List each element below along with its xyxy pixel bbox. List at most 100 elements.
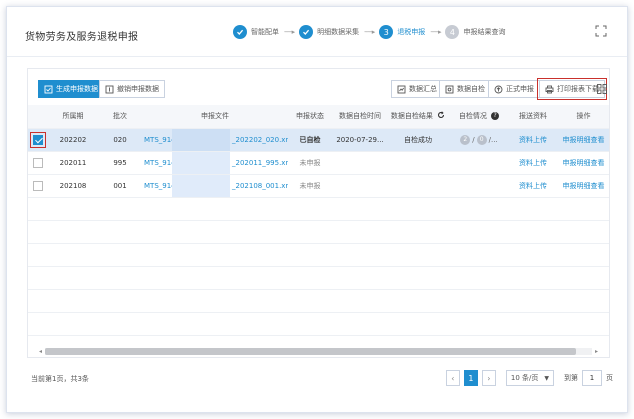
file-prefix: MTS_914 — [144, 135, 176, 144]
file-prefix: MTS_914 — [144, 158, 176, 167]
refresh-icon[interactable] — [437, 111, 445, 121]
page-size-select[interactable]: 10 条/页 ▼ — [505, 370, 554, 386]
data-summary-button[interactable]: 数据汇总 — [391, 80, 443, 98]
row-checkbox[interactable] — [33, 134, 43, 145]
empty-row — [28, 266, 609, 290]
pill-separator: / — [472, 135, 475, 144]
cell-batch: 001 — [98, 174, 142, 198]
cell-batch: 020 — [98, 128, 142, 152]
revoke-data-button[interactable]: 撤销申报数据 — [99, 80, 165, 98]
step-4-label: 申报结果查询 — [463, 28, 506, 36]
check-pill-count[interactable]: 2 — [460, 134, 471, 145]
revoke-data-label: 撤销申报数据 — [117, 85, 159, 93]
file-suffix: _202108_001.xr — [232, 181, 288, 190]
cell-check-result: 自检成功 — [388, 128, 448, 152]
grid-view-icon[interactable] — [597, 84, 607, 94]
view-details-link[interactable]: 申报明细查看 — [556, 174, 609, 198]
declaration-panel: 生成申报数据 撤销申报数据 数据汇总 数据自检 正式申报 打印报表下载 所属期 … — [27, 68, 610, 358]
step-arrow: -----▸ — [284, 28, 295, 36]
upload-materials-link[interactable]: 资料上传 — [510, 174, 556, 198]
row-select-cell — [28, 128, 48, 152]
cell-check-status — [448, 174, 510, 198]
empty-row — [28, 312, 609, 336]
check-icon — [299, 25, 314, 39]
generate-data-button[interactable]: 生成申报数据 — [38, 80, 104, 98]
step-arrow: -----▸ — [364, 28, 375, 36]
prev-page-icon[interactable]: ‹ — [445, 370, 460, 386]
header-check-time[interactable]: 数据自检时间 — [332, 105, 388, 129]
file-suffix: _202011_995.xr — [232, 158, 288, 167]
scroll-right-icon[interactable]: ▸ — [592, 348, 601, 355]
header-status[interactable]: 申报状态 — [288, 105, 332, 129]
document-icon — [105, 85, 114, 94]
help-icon[interactable]: ? — [491, 112, 500, 121]
cell-status: 已自检 — [288, 128, 332, 152]
step-2[interactable]: 明细数据采集 — [299, 25, 359, 39]
step-4-number: 4 — [445, 25, 460, 39]
file-prefix: MTS_914 — [144, 181, 176, 190]
page-button[interactable]: 1 — [463, 370, 478, 386]
next-page-icon[interactable]: › — [481, 370, 496, 386]
table-row[interactable]: 202108 001 MTS_914 _202108_001.xr 未申报 资料… — [28, 174, 609, 198]
app-window: 货物劳务及服务退税申报 智能配单 -----▸ 明细数据采集 -----▸ 3 … — [6, 6, 628, 413]
empty-row — [28, 289, 609, 313]
header-file[interactable]: 申报文件 — [142, 105, 288, 129]
cell-check-time — [332, 174, 388, 198]
cell-file[interactable]: MTS_914 _202011_995.xr — [142, 151, 288, 175]
row-select-cell — [28, 174, 48, 198]
cell-check-status: 2 / 0 /... — [448, 128, 510, 152]
header-period[interactable]: 所属期 — [48, 105, 98, 129]
selfcheck-icon — [445, 85, 454, 94]
view-details-link[interactable]: 申报明细查看 — [556, 151, 609, 175]
scrollbar-track[interactable] — [45, 348, 592, 355]
check-pill-count[interactable]: 0 — [476, 134, 487, 145]
row-select-cell — [28, 151, 48, 175]
header-check-result[interactable]: 数据自检结果 — [388, 105, 448, 129]
horizontal-scrollbar[interactable]: ◂ ▸ — [36, 347, 601, 356]
header-materials[interactable]: 报送资料 — [510, 105, 556, 129]
step-1-label: 智能配单 — [251, 28, 279, 36]
data-summary-label: 数据汇总 — [409, 85, 437, 93]
cell-check-status — [448, 151, 510, 175]
row-checkbox[interactable] — [33, 157, 43, 168]
fullscreen-icon[interactable] — [595, 25, 607, 37]
redaction-mask — [172, 151, 230, 173]
step-4[interactable]: 4 申报结果查询 — [445, 25, 505, 39]
redaction-mask — [172, 174, 230, 196]
redaction-mask — [172, 128, 230, 150]
row-checkbox[interactable] — [33, 180, 43, 191]
view-details-link[interactable]: 申报明细查看 — [556, 128, 609, 152]
cell-status: 未申报 — [288, 174, 332, 198]
data-selfcheck-label: 数据自检 — [457, 85, 485, 93]
print-download-label: 打印报表下载 — [557, 85, 599, 93]
cell-file[interactable]: MTS_914 _202202_020.xr — [142, 128, 288, 152]
upload-materials-link[interactable]: 资料上传 — [510, 128, 556, 152]
upload-icon — [494, 85, 503, 94]
page-header: 货物劳务及服务退税申报 智能配单 -----▸ 明细数据采集 -----▸ 3 … — [7, 7, 627, 57]
header-actions: 操作 — [556, 105, 609, 129]
declaration-table: 所属期 批次 申报文件 申报状态 数据自检时间 数据自检结果 自检情况 ? 报送… — [28, 105, 609, 349]
generate-data-label: 生成申报数据 — [56, 85, 98, 93]
toolbar: 生成申报数据 撤销申报数据 数据汇总 数据自检 正式申报 打印报表下载 — [28, 69, 609, 101]
scroll-left-icon[interactable]: ◂ — [36, 348, 45, 355]
step-1[interactable]: 智能配单 — [233, 25, 279, 39]
upload-materials-link[interactable]: 资料上传 — [510, 151, 556, 175]
cell-file[interactable]: MTS_914 _202108_001.xr — [142, 174, 288, 198]
header-batch[interactable]: 批次 — [98, 105, 142, 129]
scrollbar-thumb[interactable] — [45, 348, 576, 355]
document-icon — [44, 85, 53, 94]
cell-batch: 995 — [98, 151, 142, 175]
caret-down-icon: ▼ — [544, 374, 549, 382]
cell-period: 202108 — [48, 174, 98, 198]
print-download-button[interactable]: 打印报表下载 — [537, 78, 607, 100]
step-3[interactable]: 3 退税申报 — [379, 25, 425, 39]
goto-page-input[interactable]: 1 — [582, 370, 602, 386]
table-row[interactable]: 202202 020 MTS_914 _202202_020.xr 已自检 20… — [28, 128, 609, 152]
progress-steps: 智能配单 -----▸ 明细数据采集 -----▸ 3 退税申报 -----▸ … — [233, 23, 505, 41]
printer-icon — [545, 85, 554, 94]
table-row[interactable]: 202011 995 MTS_914 _202011_995.xr 未申报 资料… — [28, 151, 609, 175]
formal-declare-button[interactable]: 正式申报 — [488, 80, 540, 98]
header-check-status[interactable]: 自检情况 ? — [448, 105, 510, 129]
data-selfcheck-button[interactable]: 数据自检 — [439, 80, 491, 98]
step-3-number: 3 — [379, 25, 394, 39]
